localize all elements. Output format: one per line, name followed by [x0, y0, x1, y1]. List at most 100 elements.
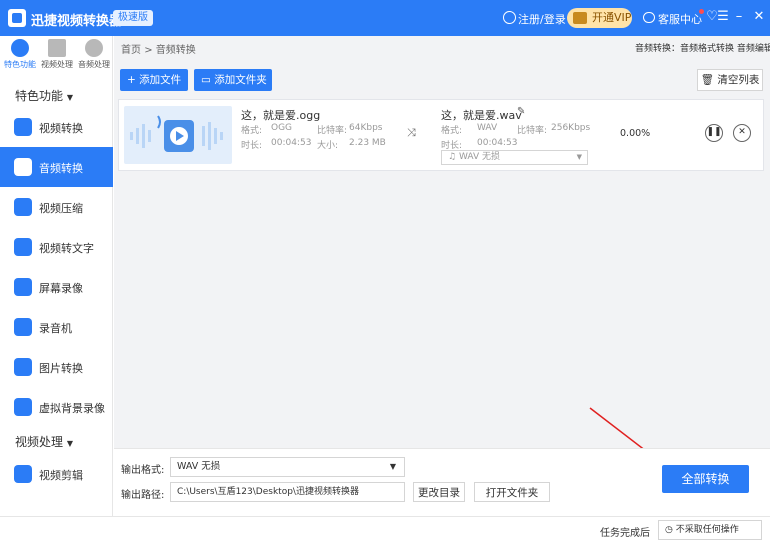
shuffle-icon: ⤨	[407, 126, 416, 139]
open-folder-button[interactable]: 打开文件夹	[474, 482, 550, 502]
remove-icon[interactable]: ✕	[733, 124, 751, 142]
convert-all-button[interactable]: 全部转换	[662, 465, 749, 493]
target-preset-select[interactable]: ♫ WAV 无损 ▼	[441, 150, 588, 165]
breadcrumb-current: 音频转换	[155, 45, 196, 56]
sidebar-item-label: 录音机	[39, 322, 72, 335]
crown-icon	[573, 12, 587, 24]
plus-icon: +	[127, 74, 136, 86]
status-bar	[0, 516, 770, 549]
edition-badge: 极速版	[113, 10, 153, 26]
clock-icon: ◷	[665, 525, 673, 535]
add-folder-label: 添加文件夹	[214, 74, 267, 86]
notification-dot	[699, 9, 704, 14]
screen-record-icon	[14, 278, 32, 296]
login-link[interactable]: 注册/登录	[518, 11, 566, 27]
video-convert-icon	[14, 118, 32, 136]
vip-button[interactable]: 开通VIP	[567, 8, 632, 28]
audio-convert-icon	[14, 158, 32, 176]
source-format: OGG	[271, 123, 293, 133]
sidebar-item-video-to-text[interactable]: 视频转文字	[0, 227, 113, 267]
sidebar-item-label: 视频剪辑	[39, 469, 83, 482]
sidebar-item-recorder[interactable]: 录音机	[0, 307, 113, 347]
vip-label: 开通VIP	[592, 11, 632, 24]
sidebar-item-virtual-bg[interactable]: 虚拟背景录像	[0, 387, 113, 427]
minimize-icon[interactable]: –	[732, 10, 746, 24]
sidebar-item-image-convert[interactable]: 图片转换	[0, 347, 113, 387]
group-featured[interactable]: 特色功能 ▼	[15, 87, 73, 104]
close-icon[interactable]: ✕	[752, 10, 766, 24]
recorder-icon	[14, 318, 32, 336]
waveform-icon	[130, 115, 223, 152]
sidebar-item-label: 视频转文字	[39, 242, 94, 255]
group-video[interactable]: 视频处理 ▼	[15, 433, 73, 450]
group-label: 特色功能	[15, 89, 64, 103]
menu-icon[interactable]: ☰	[716, 10, 730, 24]
app-logo-icon	[8, 9, 26, 27]
video-to-text-icon	[14, 238, 32, 256]
add-file-button[interactable]: + 添加文件	[120, 69, 188, 91]
output-path-label: 输出路径:	[121, 490, 165, 501]
output-format-select[interactable]: WAV 无损 ▼	[170, 457, 405, 477]
target-format: WAV	[477, 123, 498, 133]
sidebar-item-video-compress[interactable]: 视频压缩	[0, 187, 113, 227]
target-format-label: 格式:	[441, 126, 463, 136]
add-folder-button[interactable]: ▭ 添加文件夹	[194, 69, 272, 91]
target-preset-value: WAV 无损	[458, 152, 500, 162]
user-icon[interactable]	[503, 11, 516, 24]
edit-pencil-icon[interactable]: ✎	[517, 106, 525, 117]
app-title: 迅捷视频转换器	[31, 14, 123, 29]
film-icon	[48, 39, 66, 57]
image-convert-icon	[14, 358, 32, 376]
quick-links[interactable]: 音频转换：音频格式转换 音频编辑	[635, 41, 770, 54]
sidebar-item-label: 音频转换	[39, 162, 83, 175]
output-format-value: WAV 无损	[177, 461, 221, 472]
target-duration: 00:04:53	[477, 138, 518, 148]
source-size: 2.23 MB	[349, 138, 386, 148]
chevron-down-icon: ▼	[576, 153, 582, 161]
chevron-down-icon: ▼	[389, 462, 396, 471]
music-note-icon: ♫	[448, 152, 457, 162]
add-file-label: 添加文件	[139, 74, 182, 86]
disc-icon	[85, 39, 103, 57]
sidebar-item-video-convert[interactable]: 视频转换	[0, 107, 113, 147]
star-icon	[11, 39, 29, 57]
sidebar: 特色功能 视频处理 音频处理 特色功能 ▼ 视频转换 音频转换 视频压缩 视频转…	[0, 36, 113, 549]
tab-featured[interactable]: 特色功能	[3, 39, 37, 70]
source-bitrate-label: 比特率:	[317, 126, 348, 136]
sidebar-item-video-edit[interactable]: 视频剪辑	[0, 454, 113, 494]
file-list-row[interactable]: 这，就是爱.ogg 格式: OGG 比特率: 64Kbps 时长: 00:04:…	[118, 99, 764, 171]
compress-icon	[14, 198, 32, 216]
tab-audio[interactable]: 音频处理	[77, 39, 111, 70]
breadcrumb: 首页 > 音频转换	[121, 41, 196, 56]
tab-label: 音频处理	[78, 60, 110, 69]
clear-list-label: 清空列表	[717, 74, 760, 86]
trash-icon: 🗑	[700, 74, 714, 86]
audio-thumbnail	[124, 106, 232, 164]
folder-icon: ▭	[201, 74, 211, 86]
source-bitrate: 64Kbps	[349, 123, 383, 133]
source-duration-label: 时长:	[241, 141, 263, 151]
target-bitrate-label: 比特率:	[517, 126, 548, 136]
change-dir-button[interactable]: 更改目录	[413, 482, 465, 502]
chat-icon[interactable]	[643, 12, 655, 23]
source-size-label: 大小:	[317, 141, 339, 151]
chevron-down-icon: ▼	[66, 93, 73, 102]
sidebar-item-screen-record[interactable]: 屏幕录像	[0, 267, 113, 307]
output-path-input[interactable]: C:\Users\互盾123\Desktop\迅捷视频转换器	[170, 482, 405, 502]
target-file-name: 这，就是爱.wav	[441, 109, 522, 122]
after-task-select[interactable]: ◷ 不采取任何操作	[658, 520, 762, 540]
tab-label: 特色功能	[4, 60, 36, 69]
sidebar-item-audio-convert[interactable]: 音频转换	[0, 147, 113, 187]
source-format-label: 格式:	[241, 126, 263, 136]
pause-icon[interactable]: ❚❚	[705, 124, 723, 142]
title-bar: 迅捷视频转换器 极速版 注册/登录 开通VIP 客服中心 ♡ ☰ – ✕	[0, 0, 770, 36]
tab-video[interactable]: 视频处理	[40, 39, 74, 70]
clear-list-button[interactable]: 🗑 清空列表	[697, 69, 763, 91]
sidebar-item-label: 虚拟背景录像	[39, 402, 105, 415]
breadcrumb-home[interactable]: 首页	[121, 45, 141, 56]
sidebar-item-label: 视频转换	[39, 122, 83, 135]
service-center-link[interactable]: 客服中心	[658, 11, 702, 27]
main-panel	[114, 36, 770, 448]
group-label: 视频处理	[15, 435, 64, 449]
source-file-name: 这，就是爱.ogg	[241, 109, 321, 122]
